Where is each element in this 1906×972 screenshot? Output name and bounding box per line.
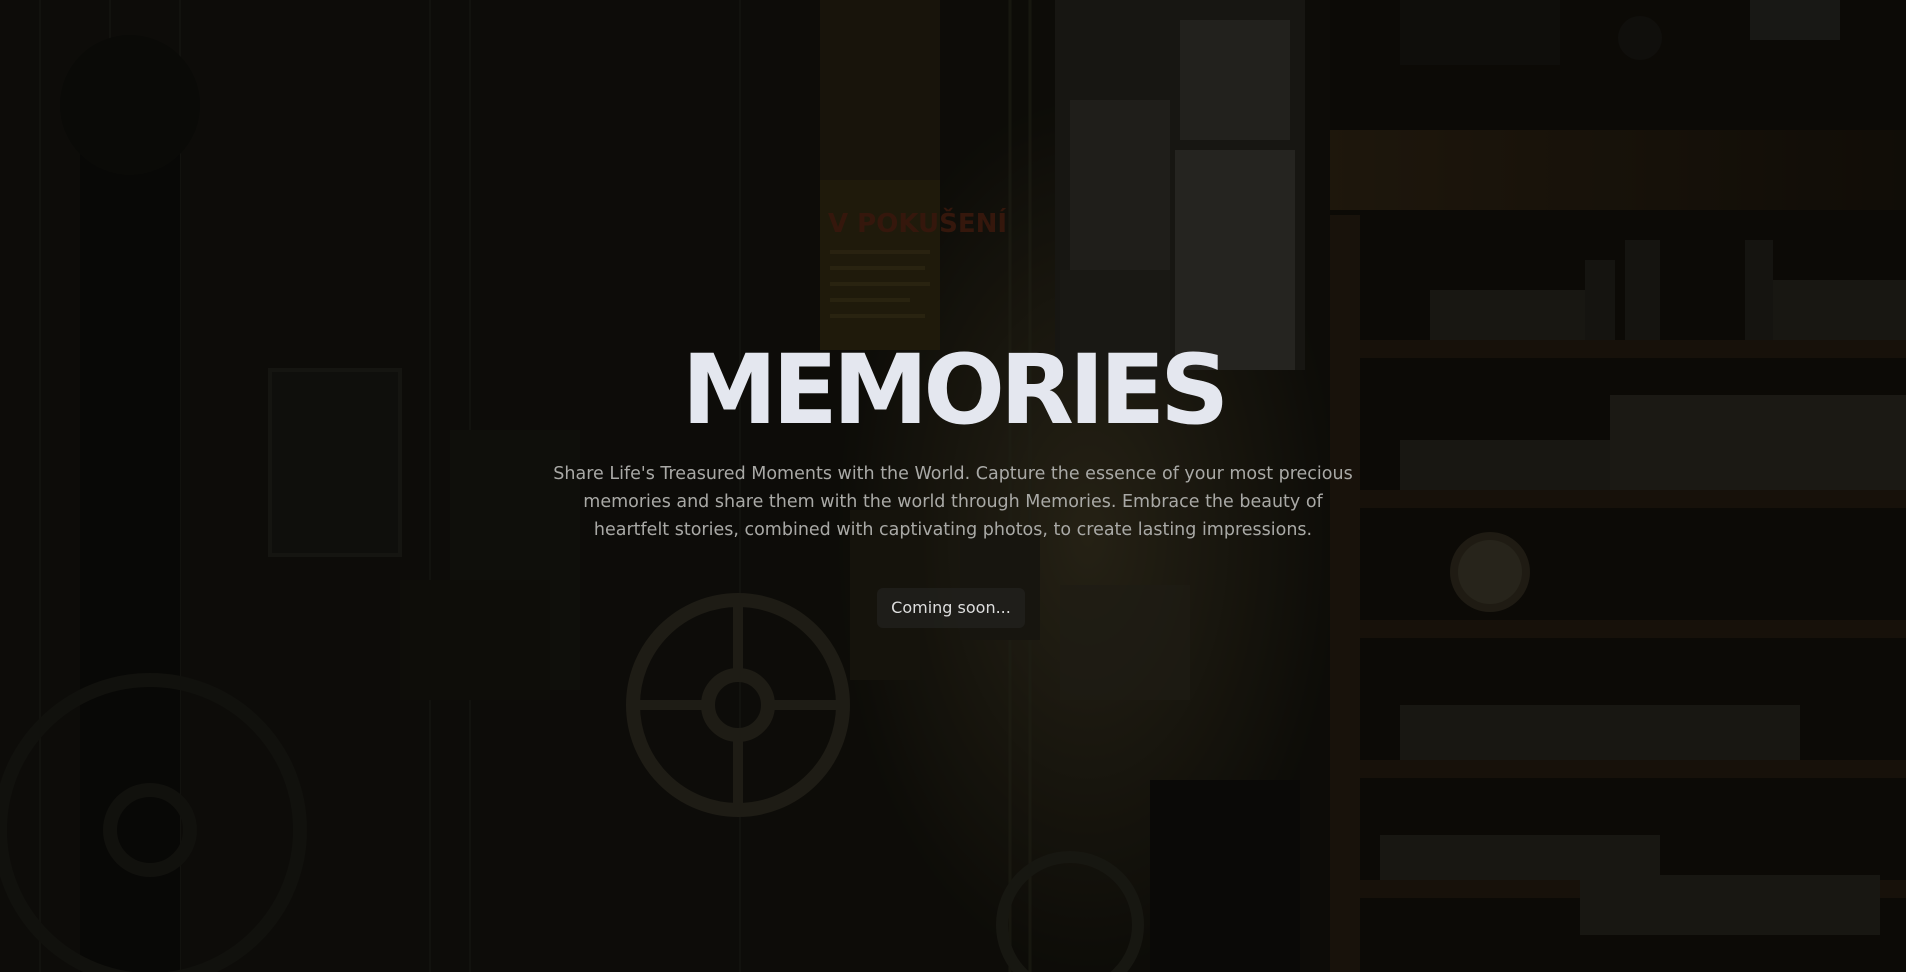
- hero-section: MEMORIES Share Life's Treasured Moments …: [0, 0, 1906, 972]
- landing-page: V POKUŠENÍ: [0, 0, 1906, 972]
- hero-description: Share Life's Treasured Moments with the …: [553, 464, 1353, 540]
- coming-soon-button[interactable]: Coming soon...: [877, 588, 1025, 628]
- hero-title: MEMORIES: [681, 334, 1230, 446]
